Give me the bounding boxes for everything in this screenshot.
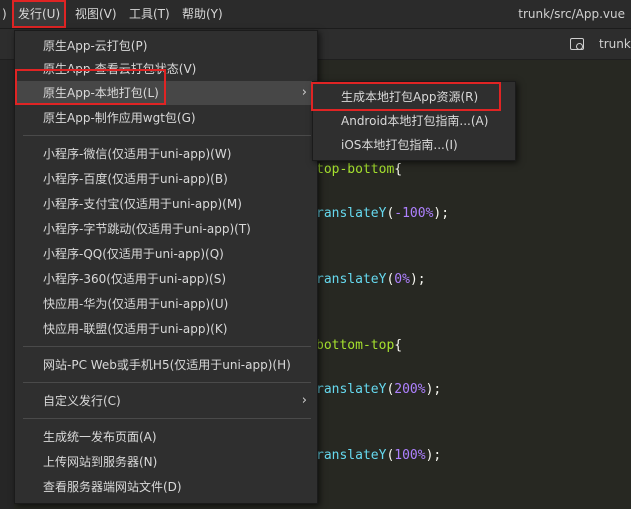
menu-item-cloud-status[interactable]: 原生App-查看云打包状态(V) [15, 57, 317, 81]
code-token: ); [425, 448, 442, 463]
code-token: ); [433, 206, 450, 221]
code-token: { [394, 162, 403, 177]
menu-item-mp-bytedance[interactable]: 小程序-字节跳动(仅适用于uni-app)(T) [15, 217, 317, 241]
code-line: bottom-top{ [316, 338, 402, 353]
menu-item-label: 小程序-百度(仅适用于uni-app)(B) [43, 172, 228, 186]
chevron-right-icon: › [301, 85, 307, 100]
menu-help[interactable]: 帮助(Y) [182, 0, 223, 28]
menu-item-cloud-pack[interactable]: 原生App-云打包(P) [15, 34, 317, 58]
menu-item-label: 小程序-字节跳动(仅适用于uni-app)(T) [43, 222, 251, 236]
menu-separator [23, 418, 311, 419]
submenu-item-android-guide[interactable]: Android本地打包指南...(A) [313, 109, 515, 133]
code-line: ranslateY(200%); [316, 382, 441, 397]
code-token: ranslateY [316, 206, 387, 221]
menu-item-label: 快应用-华为(仅适用于uni-app)(U) [43, 297, 229, 311]
release-dropdown-menu: 原生App-云打包(P) 原生App-查看云打包状态(V) 原生App-本地打包… [14, 30, 318, 504]
code-token: ranslateY [316, 448, 387, 463]
menu-item-label: 小程序-支付宝(仅适用于uni-app)(M) [43, 197, 242, 211]
code-token: bottom-top [316, 338, 395, 353]
code-token: 200% [394, 382, 426, 397]
menu-item-mp-360[interactable]: 小程序-360(仅适用于uni-app)(S) [15, 267, 317, 291]
local-pack-submenu: 生成本地打包App资源(R) Android本地打包指南...(A) iOS本地… [312, 81, 516, 161]
menu-release[interactable]: 发行(U) [12, 0, 67, 28]
code-token: 100% [394, 448, 426, 463]
submenu-item-ios-guide[interactable]: iOS本地打包指南...(I) [313, 133, 515, 157]
code-token: { [394, 338, 403, 353]
chevron-right-icon: › [301, 393, 307, 408]
menu-item-quickapp-union[interactable]: 快应用-联盟(仅适用于uni-app)(K) [15, 317, 317, 341]
menu-item-mp-alipay[interactable]: 小程序-支付宝(仅适用于uni-app)(M) [15, 192, 317, 216]
menu-separator [23, 135, 311, 136]
submenu-item-label: Android本地打包指南...(A) [341, 114, 489, 128]
menu-item-label: 网站-PC Web或手机H5(仅适用于uni-app)(H) [43, 358, 291, 372]
menu-item-upload-site[interactable]: 上传网站到服务器(N) [15, 450, 317, 474]
submenu-item-label: iOS本地打包指南...(I) [341, 138, 458, 152]
menu-item-custom-release[interactable]: 自定义发行(C) › [15, 389, 317, 413]
menu-tools[interactable]: 工具(T) [129, 0, 170, 28]
code-token: ); [425, 382, 442, 397]
code-line: ranslateY(100%); [316, 448, 441, 463]
menubar-prefix: ) [2, 7, 7, 21]
menu-item-label: 原生App-本地打包(L) [43, 86, 159, 100]
menu-item-web-h5[interactable]: 网站-PC Web或手机H5(仅适用于uni-app)(H) [15, 353, 317, 377]
folder-search-icon[interactable] [570, 38, 584, 50]
menu-item-quickapp-huawei[interactable]: 快应用-华为(仅适用于uni-app)(U) [15, 292, 317, 316]
code-token: -100% [394, 206, 434, 221]
menu-bar: ) 发行(U) 视图(V) 工具(T) 帮助(Y) trunk/src/App.… [0, 0, 631, 29]
menu-item-label: 生成统一发布页面(A) [43, 430, 157, 444]
menu-item-publish-page[interactable]: 生成统一发布页面(A) [15, 425, 317, 449]
menu-separator [23, 346, 311, 347]
menu-item-mp-baidu[interactable]: 小程序-百度(仅适用于uni-app)(B) [15, 167, 317, 191]
submenu-item-label: 生成本地打包App资源(R) [341, 90, 479, 104]
editor-tab-label[interactable]: trunk [599, 29, 631, 59]
menu-item-label: 原生App-查看云打包状态(V) [43, 62, 197, 76]
code-line: ranslateY(-100%); [316, 206, 449, 221]
menu-item-label: 小程序-360(仅适用于uni-app)(S) [43, 272, 227, 286]
menu-view[interactable]: 视图(V) [75, 0, 117, 28]
menu-item-label: 自定义发行(C) [43, 394, 121, 408]
code-token: ranslateY [316, 272, 387, 287]
menu-item-mp-weixin[interactable]: 小程序-微信(仅适用于uni-app)(W) [15, 142, 317, 166]
menu-item-local-pack[interactable]: 原生App-本地打包(L) › [15, 81, 317, 105]
code-token: ranslateY [316, 382, 387, 397]
file-path: trunk/src/App.vue [518, 7, 625, 21]
code-token: ); [409, 272, 426, 287]
submenu-item-generate-resources[interactable]: 生成本地打包App资源(R) [313, 85, 515, 109]
menu-item-label: 上传网站到服务器(N) [43, 455, 158, 469]
menu-item-label: 快应用-联盟(仅适用于uni-app)(K) [43, 322, 228, 336]
code-line: ranslateY(0%); [316, 272, 426, 287]
menu-item-view-server-files[interactable]: 查看服务器端网站文件(D) [15, 475, 317, 499]
code-token: top-bottom [316, 162, 395, 177]
menu-item-label: 查看服务器端网站文件(D) [43, 480, 182, 494]
menu-item-mp-qq[interactable]: 小程序-QQ(仅适用于uni-app)(Q) [15, 242, 317, 266]
code-token: 0% [394, 272, 410, 287]
editor-gutter: > [0, 29, 14, 509]
menu-item-label: 小程序-微信(仅适用于uni-app)(W) [43, 147, 232, 161]
menu-separator [23, 382, 311, 383]
menu-item-label: 原生App-云打包(P) [43, 39, 148, 53]
menu-item-label: 小程序-QQ(仅适用于uni-app)(Q) [43, 247, 224, 261]
code-line: top-bottom{ [316, 162, 402, 177]
menu-item-wgt-pack[interactable]: 原生App-制作应用wgt包(G) [15, 106, 317, 130]
menu-item-label: 原生App-制作应用wgt包(G) [43, 111, 196, 125]
